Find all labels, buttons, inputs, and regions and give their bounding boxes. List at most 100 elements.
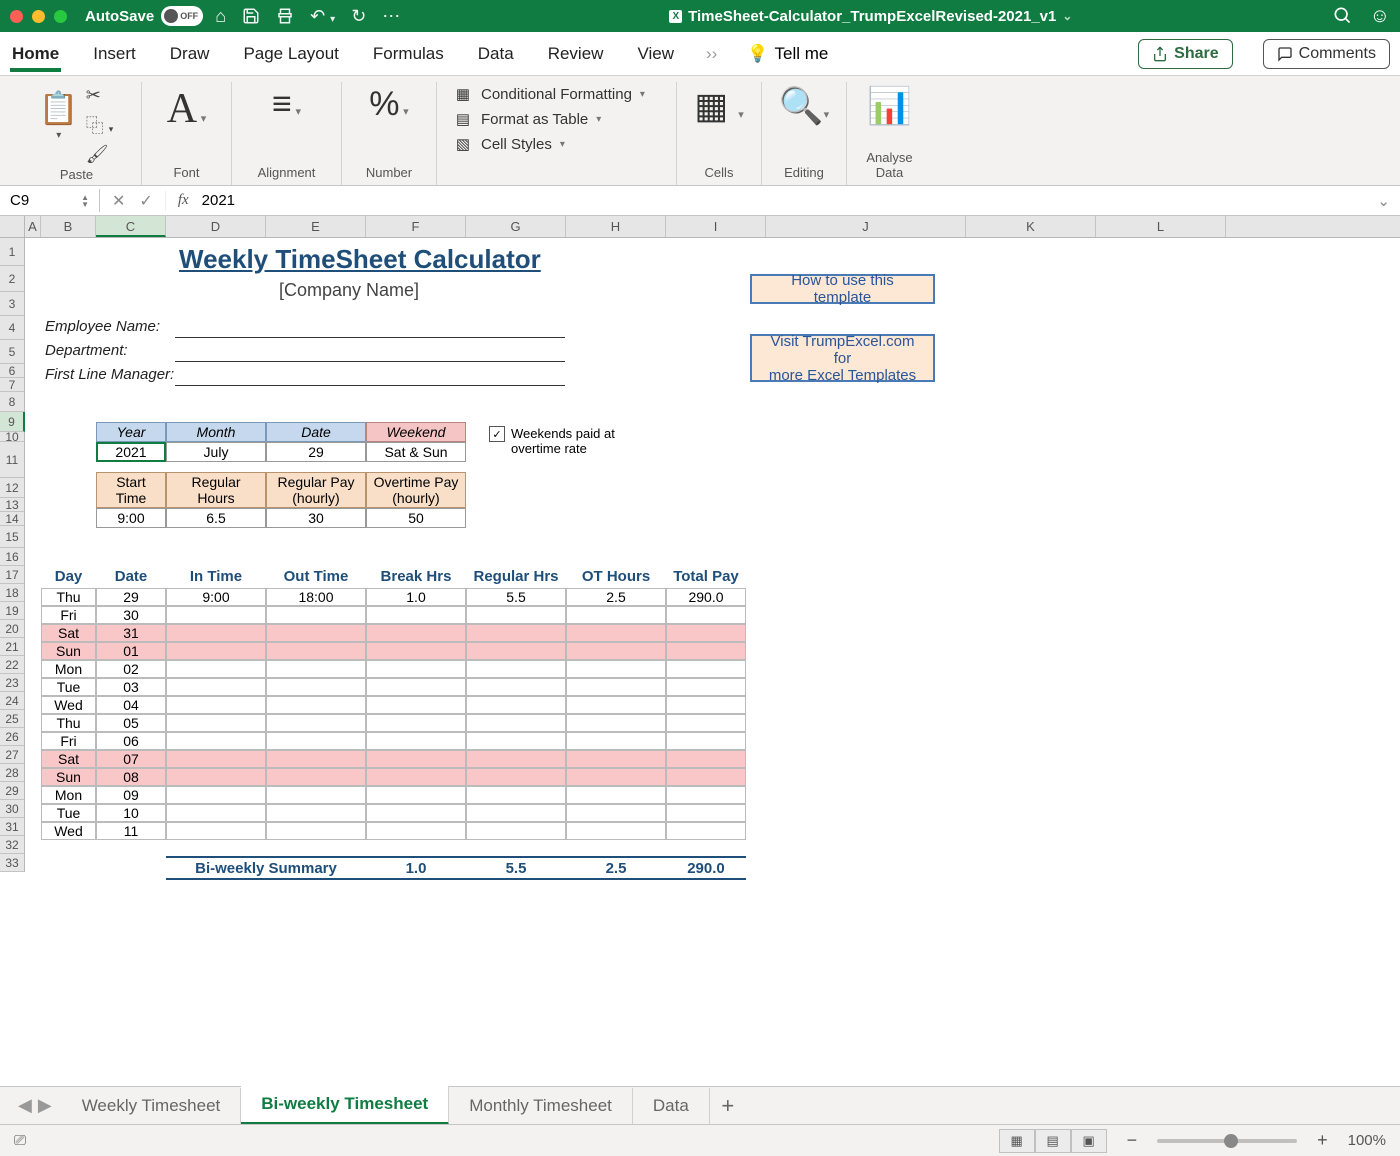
col-H[interactable]: H <box>566 216 666 237</box>
table-cell[interactable]: 05 <box>96 714 166 732</box>
cells-button[interactable]: ▦ ▾ <box>694 85 744 127</box>
table-cell[interactable]: 30 <box>96 606 166 624</box>
table-cell[interactable] <box>466 786 566 804</box>
table-cell[interactable]: Wed <box>41 696 96 714</box>
table-cell[interactable]: 10 <box>96 804 166 822</box>
alignment-icon[interactable]: ≡ <box>272 85 292 123</box>
search-icon[interactable] <box>1332 5 1352 28</box>
howto-link[interactable]: How to use this template <box>750 274 935 304</box>
editing-button[interactable]: 🔍▾ <box>779 85 829 127</box>
sheet-weekly[interactable]: Weekly Timesheet <box>62 1088 242 1124</box>
trumpexcel-link[interactable]: Visit TrumpExcel.com for more Excel Temp… <box>750 334 935 382</box>
table-cell[interactable] <box>466 660 566 678</box>
table-cell[interactable] <box>266 768 366 786</box>
comments-button[interactable]: Comments <box>1263 39 1390 69</box>
row-25[interactable]: 25 <box>0 710 25 728</box>
row-7[interactable]: 7 <box>0 378 25 392</box>
table-cell[interactable]: 07 <box>96 750 166 768</box>
table-cell[interactable] <box>666 768 746 786</box>
row-1[interactable]: 1 <box>0 238 25 266</box>
table-cell[interactable]: Mon <box>41 660 96 678</box>
table-cell[interactable]: Sun <box>41 768 96 786</box>
table-cell[interactable] <box>466 732 566 750</box>
table-cell[interactable] <box>166 732 266 750</box>
val-reg-hours[interactable]: 6.5 <box>166 508 266 528</box>
name-box[interactable]: C9 ▲▼ <box>0 189 100 212</box>
table-cell[interactable] <box>166 804 266 822</box>
row-20[interactable]: 20 <box>0 620 25 638</box>
table-cell[interactable]: 09 <box>96 786 166 804</box>
expand-formula-icon[interactable]: ⌄ <box>1367 192 1400 210</box>
row-26[interactable]: 26 <box>0 728 25 746</box>
table-cell[interactable] <box>366 660 466 678</box>
employee-name-field[interactable] <box>175 318 565 338</box>
spreadsheet-grid[interactable]: A B C D E F G H I J K L 1234567891011121… <box>0 216 1400 996</box>
analyse-data-button[interactable]: 📊 <box>867 85 912 127</box>
table-cell[interactable]: 9:00 <box>166 588 266 606</box>
table-cell[interactable]: Thu <box>41 588 96 606</box>
col-C[interactable]: C <box>96 216 166 237</box>
table-cell[interactable] <box>366 714 466 732</box>
table-cell[interactable]: 31 <box>96 624 166 642</box>
table-cell[interactable] <box>666 660 746 678</box>
maximize-window-icon[interactable] <box>54 10 67 23</box>
row-17[interactable]: 17 <box>0 566 25 584</box>
view-page-layout-icon[interactable]: ▤ <box>1035 1129 1071 1153</box>
tab-formulas[interactable]: Formulas <box>371 36 446 72</box>
conditional-formatting-button[interactable]: ▦Conditional Formatting ▾ <box>453 85 645 103</box>
col-G[interactable]: G <box>466 216 566 237</box>
table-cell[interactable] <box>266 804 366 822</box>
sheet-body[interactable]: Weekly TimeSheet Calculator [Company Nam… <box>25 238 1400 996</box>
tab-draw[interactable]: Draw <box>168 36 212 72</box>
table-cell[interactable] <box>366 768 466 786</box>
row-24[interactable]: 24 <box>0 692 25 710</box>
weekends-paid-checkbox[interactable]: ✓Weekends paid at overtime rate <box>485 426 619 456</box>
row-28[interactable]: 28 <box>0 764 25 782</box>
cell-styles-button[interactable]: ▧Cell Styles ▾ <box>453 135 645 153</box>
table-cell[interactable]: 1.0 <box>366 588 466 606</box>
file-name[interactable]: X TimeSheet-Calculator_TrumpExcelRevised… <box>410 8 1331 25</box>
table-cell[interactable]: 2.5 <box>566 588 666 606</box>
minimize-window-icon[interactable] <box>32 10 45 23</box>
table-cell[interactable] <box>266 606 366 624</box>
col-A[interactable]: A <box>25 216 41 237</box>
table-cell[interactable] <box>166 786 266 804</box>
zoom-out-button[interactable]: − <box>1123 1130 1142 1151</box>
tab-home[interactable]: Home <box>10 36 61 72</box>
table-cell[interactable]: Mon <box>41 786 96 804</box>
table-cell[interactable] <box>666 624 746 642</box>
table-cell[interactable]: Tue <box>41 678 96 696</box>
table-cell[interactable] <box>266 678 366 696</box>
row-10[interactable]: 10 <box>0 432 25 442</box>
paste-button[interactable]: 📋 ▾ <box>40 85 78 141</box>
table-cell[interactable] <box>266 696 366 714</box>
undo-icon[interactable]: ↶ ▾ <box>310 6 335 27</box>
table-cell[interactable] <box>266 732 366 750</box>
row-14[interactable]: 14 <box>0 512 25 526</box>
tab-review[interactable]: Review <box>546 36 606 72</box>
department-field[interactable] <box>175 342 565 362</box>
table-cell[interactable] <box>666 750 746 768</box>
row-29[interactable]: 29 <box>0 782 25 800</box>
table-cell[interactable] <box>666 822 746 840</box>
table-cell[interactable] <box>166 750 266 768</box>
row-23[interactable]: 23 <box>0 674 25 692</box>
cell-month[interactable]: July <box>166 442 266 462</box>
table-cell[interactable] <box>266 750 366 768</box>
sheet-monthly[interactable]: Monthly Timesheet <box>449 1088 633 1124</box>
table-cell[interactable] <box>666 804 746 822</box>
table-cell[interactable]: 01 <box>96 642 166 660</box>
cut-icon[interactable]: ✂ <box>86 85 114 106</box>
table-cell[interactable] <box>166 714 266 732</box>
table-cell[interactable]: 06 <box>96 732 166 750</box>
table-cell[interactable] <box>566 714 666 732</box>
table-cell[interactable] <box>466 624 566 642</box>
row-4[interactable]: 4 <box>0 316 25 340</box>
table-cell[interactable]: Fri <box>41 606 96 624</box>
table-cell[interactable]: 11 <box>96 822 166 840</box>
view-page-break-icon[interactable]: ▣ <box>1071 1129 1107 1153</box>
val-start[interactable]: 9:00 <box>96 508 166 528</box>
tab-prev-icon[interactable]: ◀ <box>18 1095 32 1116</box>
col-K[interactable]: K <box>966 216 1096 237</box>
table-cell[interactable]: Sun <box>41 642 96 660</box>
